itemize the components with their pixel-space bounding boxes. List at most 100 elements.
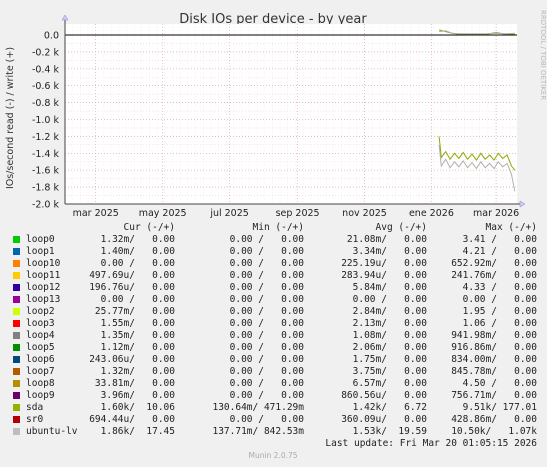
legend-min: 0.00 / 0.00 — [229, 366, 304, 377]
legend-min: 0.00 / 0.00 — [229, 318, 304, 329]
x-tick-label: mar 2026 — [473, 208, 519, 219]
legend-min: 130.64m/ 471.29m — [212, 402, 304, 413]
y-tick-label: 0.0 — [44, 31, 59, 42]
legend-row: loop13 0.00 / 0.00 0.00 / 0.00 0.00 / 0.00 0… — [10, 294, 540, 306]
legend-cur: 1.86k/ 17.45 — [100, 426, 175, 437]
legend-min: 0.00 / 0.00 — [229, 330, 304, 341]
legend-name: sda — [26, 402, 44, 413]
legend-cur: 243.06u/ 0.00 — [89, 354, 175, 365]
legend-name: loop10 — [26, 258, 61, 269]
legend-name: loop1 — [26, 246, 55, 257]
legend-swatch — [13, 248, 20, 255]
legend-cur: 1.40m/ 0.00 — [100, 246, 175, 257]
legend-min: 0.00 / 0.00 — [229, 378, 304, 389]
legend-min: 0.00 / 0.00 — [229, 258, 304, 269]
legend-cur: 1.55m/ 0.00 — [100, 318, 175, 329]
legend-avg: 3.34m/ 0.00 — [352, 246, 427, 257]
y-tick-label: -0.2 k — [32, 47, 60, 58]
legend-swatch — [13, 296, 20, 303]
legend-cur: 33.81m/ 0.00 — [94, 378, 175, 389]
legend-name: loop13 — [26, 294, 61, 305]
y-tick-label: -1.2 k — [32, 132, 60, 143]
x-tick-label: ene 2026 — [409, 208, 454, 219]
legend-name: loop9 — [26, 390, 55, 401]
header-avg: Avg (-/+) — [375, 222, 427, 233]
legend-row: sr0 694.44u/ 0.00 0.00 / 0.00 360.09u/ 0.00… — [10, 414, 540, 426]
legend-min: 0.00 / 0.00 — [229, 294, 304, 305]
legend-name: loop6 — [26, 354, 55, 365]
legend-swatch — [13, 332, 20, 339]
legend-avg: 2.13m/ 0.00 — [352, 318, 427, 329]
legend-row: loop4 1.35m/ 0.00 0.00 / 0.00 1.08m/ 0.00 94… — [10, 330, 540, 342]
legend-name: loop2 — [26, 306, 55, 317]
legend-max: 916.86m/ 0.00 — [451, 342, 537, 353]
legend-name: loop11 — [26, 270, 61, 281]
legend-avg: 1.53k/ 19.59 — [352, 426, 427, 437]
x-axis-ticks: mar 2025 may 2025 jul 2025 sep 2025 nov 2025… — [73, 208, 520, 219]
x-tick-label: jul 2025 — [209, 208, 249, 219]
legend-cur: 1.60k/ 10.06 — [100, 402, 175, 413]
legend-avg: 5.84m/ 0.00 — [352, 282, 427, 293]
legend-name: loop3 — [26, 318, 55, 329]
y-tick-label: -2.0 k — [32, 200, 60, 211]
legend-avg: 360.09u/ 0.00 — [341, 414, 427, 425]
legend-row: loop2 25.77m/ 0.00 0.00 / 0.00 2.84m/ 0.00 1… — [10, 306, 540, 318]
y-axis-ticks: 0.0 -0.2 k -0.4 k -0.6 k -0.8 k -1.0 k -1.2 k -… — [32, 31, 60, 211]
legend-cur: 25.77m/ 0.00 — [94, 306, 175, 317]
legend-cur: 1.32m/ 0.00 — [100, 234, 175, 245]
header-min: Min (-/+) — [252, 222, 304, 233]
legend-row: loop3 1.55m/ 0.00 0.00 / 0.00 2.13m/ 0.00 1.… — [10, 318, 540, 330]
legend-cur: 1.32m/ 0.00 — [100, 366, 175, 377]
legend-cur: 1.12m/ 0.00 — [100, 342, 175, 353]
legend-max: 4.50 / 0.00 — [462, 378, 537, 389]
legend-min: 0.00 / 0.00 — [229, 342, 304, 353]
x-axis-arrow-icon — [519, 200, 526, 208]
legend-avg: 6.57m/ 0.00 — [352, 378, 427, 389]
legend-row: loop12 196.76u/ 0.00 0.00 / 0.00 5.84m/ 0.0… — [10, 282, 540, 294]
y-tick-label: -1.0 k — [32, 115, 60, 126]
legend-min: 0.00 / 0.00 — [229, 390, 304, 401]
legend-swatch — [13, 368, 20, 375]
legend-row: ubuntu-lv 1.86k/ 17.45 137.71m/ 842.53m 1.5… — [10, 426, 540, 438]
legend-cur: 1.35m/ 0.00 — [100, 330, 175, 341]
legend-max: 3.41 / 0.00 — [462, 234, 537, 245]
legend-avg: 0.00 / 0.00 — [352, 294, 427, 305]
legend-name: ubuntu-lv — [26, 426, 78, 437]
legend-swatch — [13, 260, 20, 267]
legend-swatch — [13, 272, 20, 279]
legend-swatch — [13, 356, 20, 363]
legend-swatch — [13, 320, 20, 327]
legend-table: Cur (-/+) Min (-/+) Avg (-/+) Max (-/+) … — [10, 222, 540, 438]
legend-name: loop12 — [26, 282, 61, 293]
legend-row: sda 1.60k/ 10.06 130.64m/ 471.29m 1.42k/ 6.… — [10, 402, 540, 414]
legend-cur: 694.44u/ 0.00 — [89, 414, 175, 425]
legend-name: loop5 — [26, 342, 55, 353]
legend-swatch — [13, 284, 20, 291]
header-max: Max (-/+) — [485, 222, 537, 233]
legend-cur: 0.00 / 0.00 — [100, 258, 175, 269]
munin-version: Munin 2.0.75 — [248, 451, 297, 460]
legend-cur: 196.76u/ 0.00 — [89, 282, 175, 293]
legend-avg: 21.08m/ 0.00 — [346, 234, 427, 245]
legend-name: loop7 — [26, 366, 55, 377]
legend-max: 241.76m/ 0.00 — [451, 270, 537, 281]
legend-avg: 225.19u/ 0.00 — [341, 258, 427, 269]
y-tick-label: -0.4 k — [32, 64, 60, 75]
legend-row: loop5 1.12m/ 0.00 0.00 / 0.00 2.06m/ 0.00 91… — [10, 342, 540, 354]
legend-avg: 1.75m/ 0.00 — [352, 354, 427, 365]
legend-cur: 0.00 / 0.00 — [100, 294, 175, 305]
y-tick-label: -1.6 k — [32, 166, 60, 177]
legend-row: loop10 0.00 / 0.00 0.00 / 0.00 225.19u/ 0.0… — [10, 258, 540, 270]
legend-min: 0.00 / 0.00 — [229, 306, 304, 317]
y-tick-label: -1.8 k — [32, 183, 60, 194]
legend-min: 0.00 / 0.00 — [229, 234, 304, 245]
legend-min: 0.00 / 0.00 — [229, 246, 304, 257]
legend-name: sr0 — [26, 414, 44, 425]
legend-swatch — [13, 404, 20, 411]
legend-avg: 283.94u/ 0.00 — [341, 270, 427, 281]
legend-max: 845.78m/ 0.00 — [451, 366, 537, 377]
legend-max: 10.50k/ 1.07k — [451, 426, 537, 437]
legend-min: 0.00 / 0.00 — [229, 414, 304, 425]
legend-min: 0.00 / 0.00 — [229, 282, 304, 293]
legend-max: 4.33 / 0.00 — [462, 282, 537, 293]
